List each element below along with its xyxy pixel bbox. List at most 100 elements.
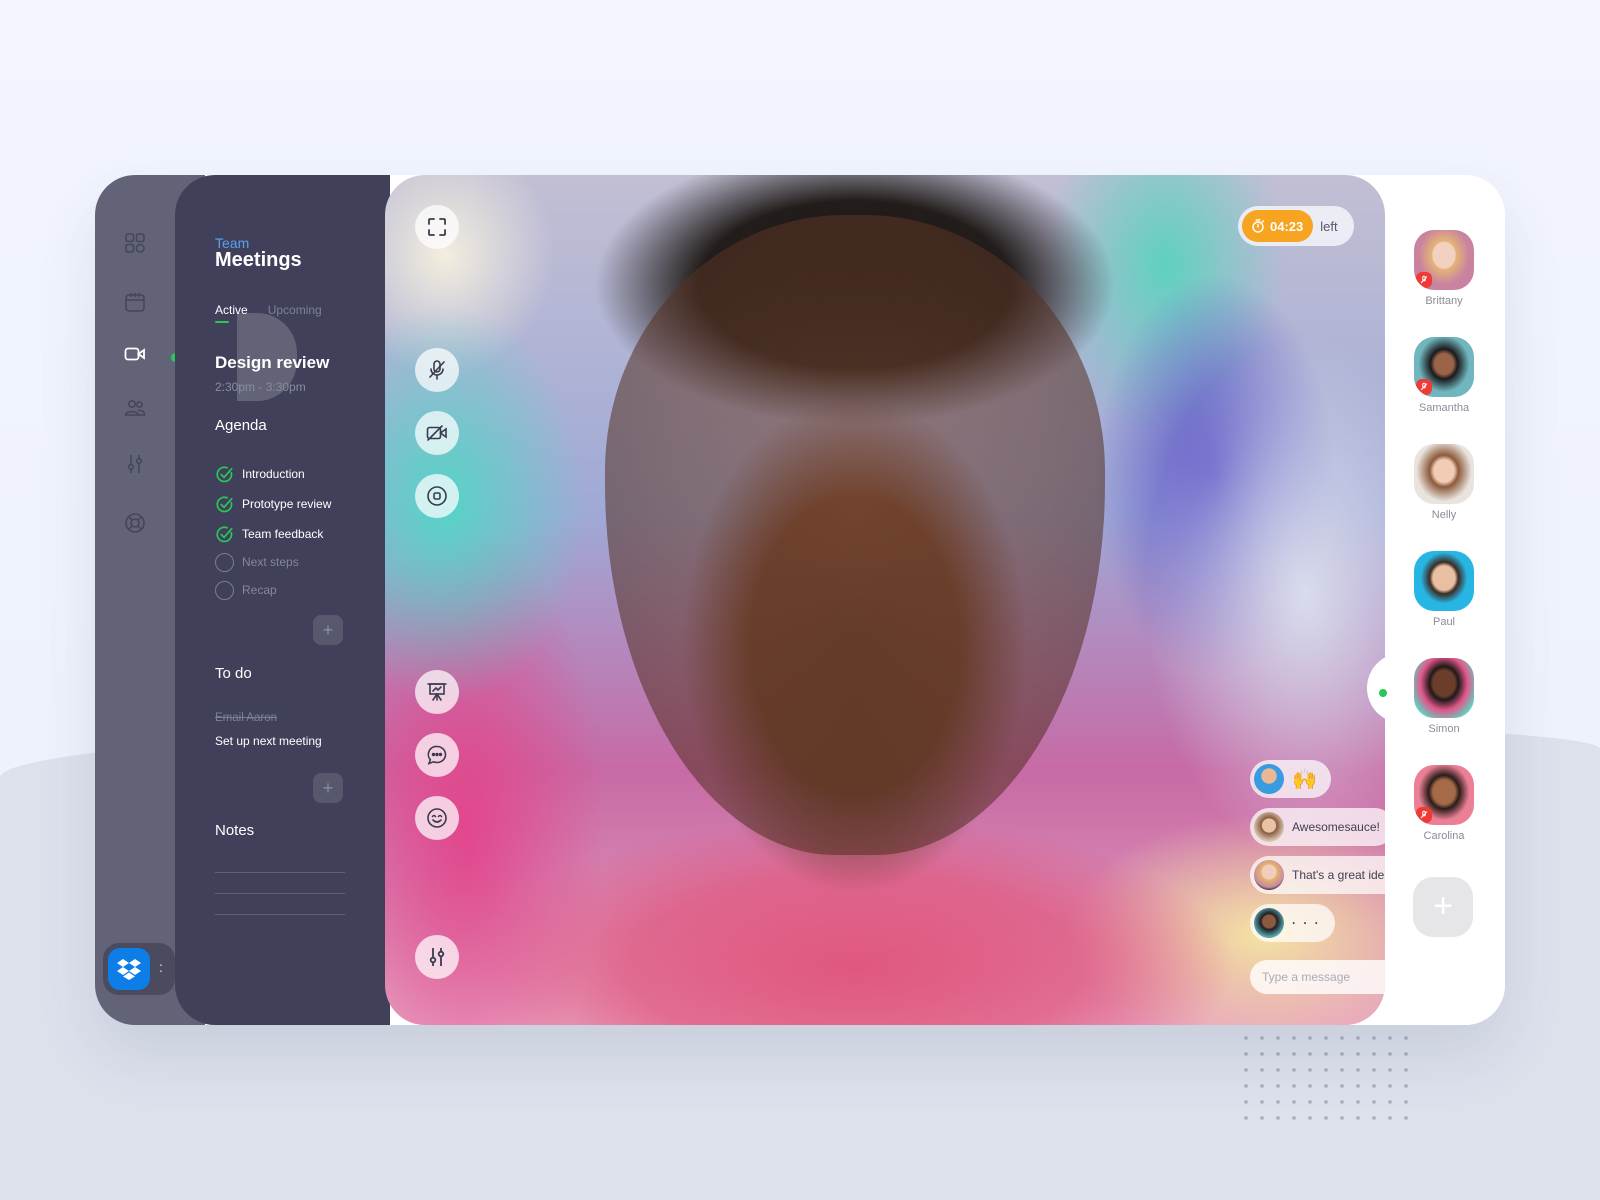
presentation-icon — [427, 683, 447, 701]
emoji-icon — [427, 808, 447, 828]
check-circle-icon — [216, 525, 233, 542]
dropbox-app-button[interactable] — [108, 948, 150, 990]
chat-avatar — [1254, 908, 1284, 938]
add-participant-button[interactable]: + — [1413, 877, 1473, 937]
support-icon[interactable] — [122, 510, 148, 536]
notes-line[interactable] — [215, 914, 345, 915]
check-circle-icon — [216, 465, 233, 482]
participant[interactable]: Brittany — [1413, 230, 1475, 307]
agenda-list: Introduction Prototype review Team feedb… — [215, 460, 355, 604]
agenda-item-label: Introduction — [242, 467, 305, 481]
chat-message: That's a great idea! — [1250, 856, 1385, 894]
users-icon[interactable] — [122, 395, 148, 421]
typing-indicator: · · · — [1292, 916, 1321, 930]
agenda-title: Agenda — [215, 417, 267, 434]
sliders-icon[interactable] — [122, 451, 148, 477]
decorative-dot-grid — [1238, 1030, 1408, 1130]
meeting-app-window: · · Team Meetings Active Upcoming Design … — [95, 175, 1505, 1025]
camera-toggle-button[interactable] — [415, 411, 459, 455]
speaker-video-feed — [605, 215, 1105, 855]
participant-name: Carolina — [1423, 830, 1465, 842]
stopwatch-icon — [1252, 219, 1265, 233]
notes-line[interactable] — [215, 872, 345, 873]
record-icon — [427, 486, 447, 506]
chat-message: 🙌 — [1250, 760, 1331, 798]
timer-value: 04:23 — [1270, 218, 1304, 234]
app-launcher: · · — [103, 943, 175, 995]
agenda-item[interactable]: Next steps — [215, 548, 355, 576]
more-options-icon[interactable]: · · — [158, 957, 164, 977]
muted-icon — [1416, 379, 1432, 395]
timer-suffix: left — [1320, 218, 1338, 234]
chat-icon — [427, 745, 447, 765]
participant-avatar — [1414, 551, 1474, 611]
dashboard-icon[interactable] — [122, 230, 148, 256]
participant-name: Paul — [1432, 616, 1456, 628]
settings-sliders-icon — [429, 948, 445, 966]
chat-avatar — [1254, 812, 1284, 842]
camera-off-icon — [426, 425, 447, 441]
todo-item[interactable]: Set up next meeting — [215, 734, 322, 748]
participant-avatar — [1414, 765, 1474, 825]
participant[interactable]: Nelly — [1413, 444, 1475, 521]
agenda-item-label: Recap — [242, 583, 277, 597]
muted-icon — [1416, 807, 1432, 823]
record-button[interactable] — [415, 474, 459, 518]
meeting-time: 2:30pm - 3:30pm — [215, 380, 306, 394]
agenda-item-label: Team feedback — [242, 527, 324, 541]
settings-button[interactable] — [415, 935, 459, 979]
chat-message-text: That's a great idea! — [1292, 868, 1385, 882]
speaking-indicator — [1379, 689, 1387, 697]
timer-badge: 04:23 — [1242, 210, 1314, 242]
chat-avatar — [1254, 860, 1284, 890]
share-screen-button[interactable] — [415, 670, 459, 714]
participant-name: Nelly — [1431, 509, 1457, 521]
agenda-item[interactable]: Introduction — [215, 460, 355, 488]
participant-avatar — [1414, 337, 1474, 397]
chat-message-text: Awesomesauce! — [1292, 820, 1380, 834]
agenda-item-label: Next steps — [242, 555, 299, 569]
chat-input-container — [1250, 960, 1385, 994]
participant-name: Brittany — [1425, 295, 1463, 307]
participant-name: Samantha — [1418, 402, 1470, 414]
fullscreen-button[interactable] — [415, 205, 459, 249]
notes-line[interactable] — [215, 893, 345, 894]
fullscreen-icon — [428, 218, 446, 236]
meetings-panel: Team Meetings Active Upcoming Design rev… — [175, 175, 390, 1025]
calendar-icon[interactable] — [122, 289, 148, 315]
time-remaining-pill: 04:23 left — [1238, 206, 1354, 246]
add-todo-button[interactable]: + — [313, 773, 343, 803]
chat-message-text: 🙌 — [1292, 768, 1317, 791]
todo-title: To do — [215, 665, 252, 682]
todo-item-completed[interactable]: Email Aaron — [215, 712, 277, 724]
empty-circle-icon — [215, 552, 234, 572]
participant[interactable]: Simon — [1413, 658, 1475, 735]
chat-message: Awesomesauce! — [1250, 808, 1385, 846]
participant[interactable]: Samantha — [1413, 337, 1475, 414]
panel-title: Meetings — [215, 249, 302, 271]
video-icon[interactable] — [122, 341, 148, 367]
check-circle-icon — [216, 495, 233, 512]
participant[interactable]: Paul — [1413, 551, 1475, 628]
agenda-item[interactable]: Prototype review — [215, 490, 355, 518]
notes-title: Notes — [215, 822, 255, 839]
participant[interactable]: Carolina — [1413, 765, 1475, 842]
dropbox-icon — [117, 959, 141, 980]
agenda-item-label: Prototype review — [242, 497, 332, 511]
agenda-item[interactable]: Team feedback — [215, 520, 355, 548]
participants-sidebar: Brittany Samantha Nelly Paul Simon Carol… — [1367, 175, 1505, 1025]
video-stage: 04:23 left 🙌 Awesomesauce! That's a grea… — [385, 175, 1385, 1025]
tab-active[interactable]: Active — [215, 303, 248, 323]
reactions-button[interactable] — [415, 796, 459, 840]
chat-message: · · · — [1250, 904, 1335, 942]
chat-button[interactable] — [415, 733, 459, 777]
agenda-item[interactable]: Recap — [215, 576, 355, 604]
tab-upcoming[interactable]: Upcoming — [268, 303, 322, 323]
mute-mic-button[interactable] — [415, 348, 459, 392]
muted-icon — [1416, 272, 1432, 288]
empty-circle-icon — [215, 580, 234, 600]
add-agenda-item-button[interactable]: + — [313, 615, 343, 645]
chat-message-input[interactable] — [1262, 970, 1385, 984]
chat-avatar — [1254, 764, 1284, 794]
meeting-title: Design review — [215, 353, 330, 372]
